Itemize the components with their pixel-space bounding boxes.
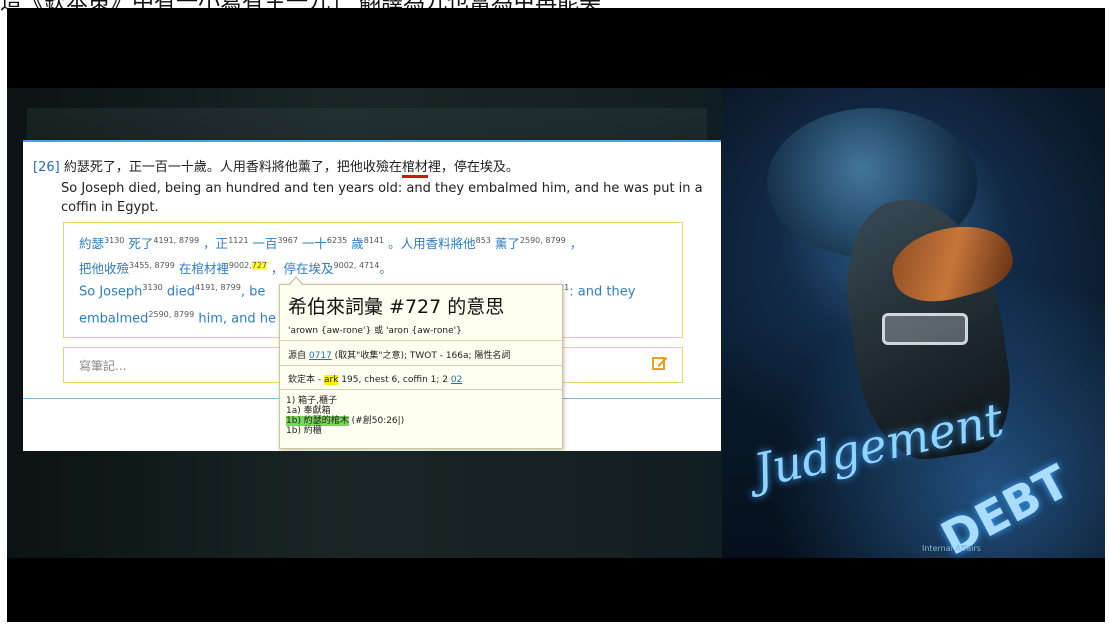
strong-word[interactable]: 在棺材裡 <box>179 261 229 276</box>
popup-divider <box>280 340 562 341</box>
strong-word[interactable]: 死了 <box>128 236 153 251</box>
definition-item: 1b) 約櫃 <box>286 426 404 436</box>
strong-word[interactable]: embalmed <box>79 311 148 326</box>
source-prefix: 源自 <box>288 351 307 361</box>
kjv-link[interactable]: 02 <box>451 375 462 385</box>
source-detail: (取其"收集"之意); TWOT - 166a; 陽性名詞 <box>334 351 511 361</box>
lexicon-popup: 希伯來詞彙 #727 的意思 'arown {aw-rone'} 或 'aron… <box>279 276 563 449</box>
popup-title: 希伯來詞彙 #727 的意思 <box>288 296 505 318</box>
kjv-highlight: ark <box>323 375 339 385</box>
definition-item: 1a) 奉獻箱 <box>286 406 404 416</box>
glasses-graphic <box>882 313 968 345</box>
definition-text: 1b) 約瑟的棺木 <box>286 416 349 426</box>
strong-word[interactable]: 一十 <box>302 236 327 251</box>
strong-word[interactable]: 把他收殮 <box>79 261 129 276</box>
verse-number[interactable]: [26] <box>33 160 60 175</box>
strong-word[interactable]: So Joseph <box>79 284 142 299</box>
definition-text: 1b) 約櫃 <box>286 426 322 436</box>
strong-zh-line-2: 把他收殮3455, 8799 在棺材裡9002,727 ，停在埃及9002, 4… <box>79 258 392 277</box>
kjv-prefix: 欽定本 - <box>288 375 322 385</box>
artwork-small-text: Internal Affairs <box>922 544 981 553</box>
strong-word[interactable]: him, and he <box>198 311 276 326</box>
strong-word[interactable]: ， <box>570 236 583 251</box>
strong-number[interactable]: 853 <box>476 236 491 245</box>
source-link[interactable]: 0717 <box>309 351 332 361</box>
verse-zh-text-after: 裡，停在埃及。 <box>427 160 519 175</box>
definition-text: 1) 箱子,櫃子 <box>286 396 337 406</box>
definition-item: 1b) 約瑟的棺木 (#創50:26|) <box>286 416 404 426</box>
strong-word[interactable]: 歲 <box>351 236 364 251</box>
verse-zh-text-before: 約瑟死了，正一百一十歲。人用香料將他薰了，把他收殮在 <box>63 160 402 175</box>
strong-word[interactable]: died <box>167 284 195 299</box>
verse-chinese-line: [26] 約瑟死了，正一百一十歲。人用香料將他薰了，把他收殮在棺材裡，停在埃及。 <box>33 158 713 178</box>
strong-word[interactable]: 約瑟 <box>79 236 104 251</box>
strong-word[interactable]: , be <box>241 284 266 299</box>
definition-item: 1) 箱子,櫃子 <box>286 396 404 406</box>
popup-divider <box>280 365 562 366</box>
strong-number[interactable]: 3967 <box>278 236 298 245</box>
strong-number-727[interactable]: 727 <box>251 260 268 270</box>
verse-block: [26] 約瑟死了，正一百一十歲。人用香料將他薰了，把他收殮在棺材裡，停在埃及。… <box>33 158 713 217</box>
strong-number[interactable]: 1121 <box>228 236 248 245</box>
popup-kjv: 欽定本 - ark 195, chest 6, coffin 1; 2 02 <box>288 372 462 385</box>
strong-number[interactable]: 2590, 8799 <box>148 310 194 319</box>
strong-number[interactable]: 2590, 8799 <box>520 236 566 245</box>
artwork-image: Judgement DEBT Internal Affairs <box>722 88 1105 566</box>
note-placeholder: 寫筆記... <box>79 359 127 373</box>
strong-number[interactable]: 3130 <box>142 283 162 292</box>
strong-word[interactable]: ，正 <box>203 236 228 251</box>
strong-en-line-1: So Joseph3130 died4191, 8799, be <box>79 283 265 299</box>
strong-word[interactable]: ，停在埃及 <box>271 261 334 276</box>
strong-number[interactable]: 4191, 8799 <box>195 283 241 292</box>
strong-number[interactable]: 8141 <box>364 236 384 245</box>
definition-reference: (#創50:26|) <box>348 416 405 426</box>
verse-english-text: So Joseph died, being an hundred and ten… <box>61 181 703 215</box>
strong-word[interactable]: : and they <box>569 284 635 299</box>
popup-arrow-inner <box>289 278 303 286</box>
popup-definitions: 1) 箱子,櫃子 1a) 奉獻箱 1b) 約瑟的棺木 (#創50:26|) 1b) 約… <box>286 396 404 436</box>
popup-pronunciation: 'arown {aw-rone'} 或 'aron {aw-rone'} <box>288 326 462 336</box>
strong-number[interactable]: 9002, 4714 <box>334 261 380 270</box>
strong-number[interactable]: 3130 <box>104 236 124 245</box>
popup-source: 源自 0717 (取其"收集"之意); TWOT - 166a; 陽性名詞 <box>288 348 510 361</box>
video-frame: Judgement DEBT Internal Affairs [26] 約瑟死… <box>7 8 1105 622</box>
strong-en-line-1-tail: 121: and they <box>554 283 635 299</box>
popup-divider <box>280 389 562 390</box>
strong-en-line-2: embalmed2590, 8799 him, and he <box>79 310 276 326</box>
kjv-detail: 195, chest 6, coffin 1; 2 <box>341 375 448 385</box>
strong-number[interactable]: 3455, 8799 <box>129 261 175 270</box>
edit-icon[interactable] <box>652 355 668 371</box>
verse-highlight-coffin[interactable]: 棺材 <box>401 160 428 178</box>
strong-number[interactable]: 6235 <box>327 236 347 245</box>
strong-punct: 。 <box>379 261 392 276</box>
strong-number[interactable]: 9002,727 <box>229 260 268 270</box>
strong-word[interactable]: 一百 <box>253 236 278 251</box>
definition-text: 1a) 奉獻箱 <box>286 406 331 416</box>
strong-word[interactable]: 。人用香料將他 <box>388 236 476 251</box>
strong-zh-line-1: 約瑟3130 死了4191, 8799 ，正1121 一百3967 一十6235… <box>79 233 582 252</box>
strong-number[interactable]: 4191, 8799 <box>153 236 199 245</box>
strong-word[interactable]: 薰了 <box>495 236 520 251</box>
